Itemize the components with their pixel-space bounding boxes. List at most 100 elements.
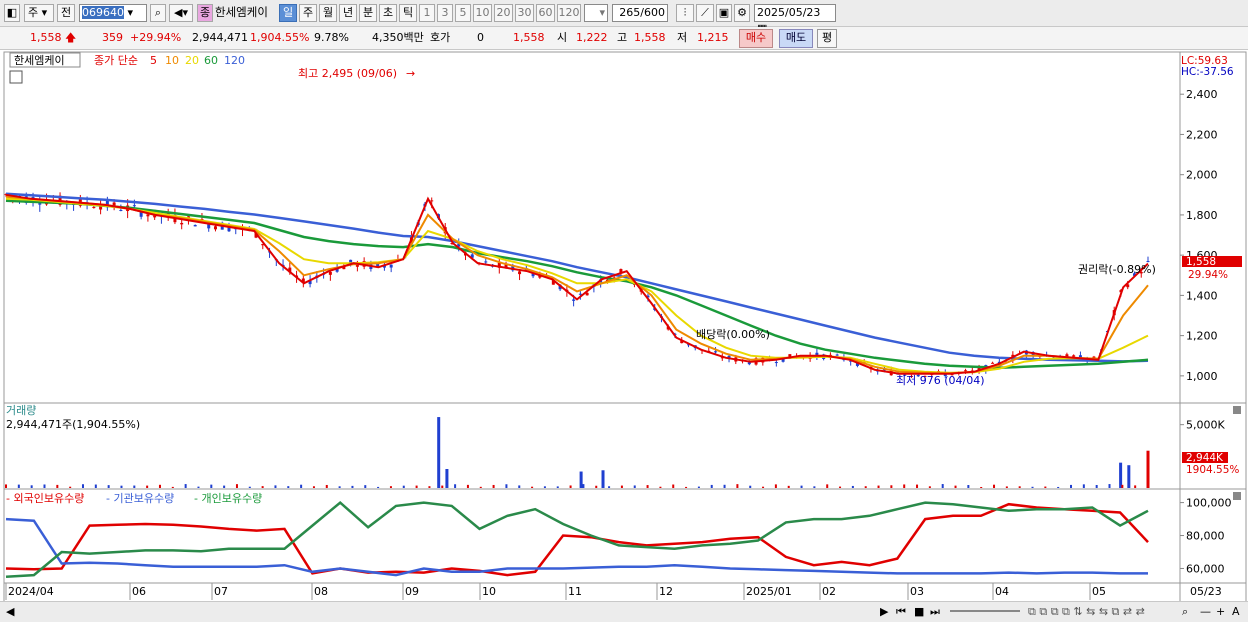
price-tick-label: 2,400 <box>1186 88 1218 101</box>
volume-bar-small <box>351 485 354 488</box>
volume-tick-label: 5,000K <box>1186 419 1225 432</box>
volume-bar-small <box>248 486 251 488</box>
volume-bar-small <box>736 484 739 488</box>
chart-menu-icon[interactable]: ◧ <box>4 4 20 22</box>
stock-code-input[interactable]: 069640 ▾ <box>79 4 147 22</box>
interval-input[interactable]: ▾ <box>584 4 608 22</box>
candle-body <box>132 205 136 207</box>
volume-bar-small <box>993 484 996 488</box>
volume-bar-small <box>428 486 431 488</box>
date-input[interactable]: 2025/05/23 ▦ <box>754 4 836 35</box>
zoom-icon[interactable]: ⌕ <box>1182 605 1188 619</box>
zoom-in-icon[interactable]: + <box>1216 605 1225 619</box>
market-select[interactable]: 주 ▾ <box>24 4 54 22</box>
date-tick-label: 12 <box>659 585 673 598</box>
candle-body <box>213 226 217 230</box>
date-tick-label: 2024/04 <box>8 585 54 598</box>
interval-5[interactable]: 5 <box>455 4 471 22</box>
interval-20[interactable]: 20 <box>494 4 513 22</box>
candle-icon[interactable]: ⫶ <box>676 4 694 22</box>
period-month[interactable]: 월 <box>319 4 337 22</box>
layout-icons[interactable]: ⧉ ⧉ ⧉ ⧉ ⇅ ⇆ ⇆ ⧉ ⇄ ⇄ <box>1028 605 1145 619</box>
zoom-slider[interactable] <box>950 610 1020 612</box>
date-tick-label: 09 <box>405 585 419 598</box>
interval-3[interactable]: 3 <box>437 4 453 22</box>
prev-button[interactable]: 전 <box>57 4 75 22</box>
play-start-icon[interactable]: ⏮ <box>896 605 906 619</box>
period-week[interactable]: 주 <box>299 4 317 22</box>
volume-bar-small <box>30 485 33 488</box>
volume-bar-small <box>235 484 238 488</box>
volume-bar-small <box>415 485 418 488</box>
save-icon[interactable]: ▣ <box>716 4 732 22</box>
volume-bar-small <box>543 486 546 488</box>
stop-icon[interactable]: ■ <box>914 605 924 619</box>
date-tick-label: 06 <box>132 585 146 598</box>
settings-gear-icon[interactable]: ⚙ <box>734 4 750 22</box>
volume-bar-small <box>107 485 110 488</box>
text-size-icon[interactable]: A <box>1232 605 1240 619</box>
volume-bar-small <box>1070 484 1073 488</box>
interval-10[interactable]: 10 <box>473 4 492 22</box>
buy-button[interactable]: 매수 <box>739 29 773 48</box>
play-end-icon[interactable]: ⏭ <box>930 605 940 619</box>
quote-bar: 1,558 🡅 359 +29.94% 2,944,471 1,904.55% … <box>0 27 1248 50</box>
period-year[interactable]: 년 <box>339 4 357 22</box>
interval-60[interactable]: 60 <box>536 4 555 22</box>
candle-body <box>430 200 434 202</box>
turnover: 9.78% <box>314 31 349 44</box>
search-icon[interactable]: ⌕ <box>150 4 166 22</box>
legend-ma-20: 20 <box>185 54 199 67</box>
volume-bar-small <box>300 484 303 488</box>
volume-bar-small <box>441 485 444 488</box>
ownership-close-icon[interactable] <box>1233 492 1241 500</box>
period-tick[interactable]: 틱 <box>399 4 417 22</box>
candle-body <box>180 222 184 225</box>
interval-1[interactable]: 1 <box>419 4 435 22</box>
count-value: 265 <box>619 6 641 19</box>
draw-tool-icon[interactable]: ⟋ <box>696 4 714 22</box>
volume-bar-small <box>864 486 867 488</box>
period-minute[interactable]: 분 <box>359 4 377 22</box>
own-legend-inst-label: 기관보유수량 <box>113 492 174 505</box>
scroll-right-icon[interactable]: ▶ <box>880 605 888 619</box>
date-value: 2025/05/23 <box>757 6 821 19</box>
volume-bar-small <box>197 486 200 488</box>
eval-button[interactable]: 평 <box>817 29 837 48</box>
volume-close-icon[interactable] <box>1233 406 1241 414</box>
count-input[interactable]: 265/600 <box>612 4 668 22</box>
volume-bar-small <box>928 486 931 488</box>
volume-bar-small <box>813 486 816 488</box>
volume-panel-value: 2,944,471주(1,904.55%) <box>6 418 140 431</box>
open-value: 1,222 <box>576 31 608 44</box>
interval-120[interactable]: 120 <box>557 4 581 22</box>
scroll-left-icon[interactable]: ◀ <box>6 605 14 619</box>
last-price: 1,558 <box>1186 256 1216 268</box>
volume-bar-small <box>325 484 328 488</box>
period-second[interactable]: 초 <box>379 4 397 22</box>
volume-bar-small <box>710 484 713 488</box>
volume-bar-small <box>1044 486 1047 488</box>
up-arrow-icon: 🡅 <box>65 31 77 44</box>
legend-ma-60: 60 <box>204 54 218 67</box>
volume-bar <box>579 471 583 488</box>
volume-bar-small <box>210 484 213 488</box>
interval-30[interactable]: 30 <box>515 4 534 22</box>
price-tick-label: 1,200 <box>1186 330 1218 343</box>
sell-button[interactable]: 매도 <box>779 29 813 48</box>
legend-ma-5: 5 <box>150 54 157 67</box>
volume-panel-title: 거래량 <box>6 404 36 417</box>
period-day[interactable]: 일 <box>279 4 297 22</box>
volume-bar-small <box>620 485 623 488</box>
zoom-out-icon[interactable]: — <box>1200 605 1211 619</box>
hoga-value: 0 <box>477 31 484 44</box>
ownership-tick-label: 60,000 <box>1186 562 1225 575</box>
price-tick-label: 2,000 <box>1186 169 1218 182</box>
table-icon[interactable] <box>9 70 23 84</box>
candle-body <box>328 271 332 275</box>
volume-bar-small <box>967 485 970 488</box>
candle-body <box>518 271 522 275</box>
speaker-icon[interactable]: ◀▾ <box>169 4 193 22</box>
own-legend-inst: - 기관보유수량 <box>106 492 174 505</box>
volume-bar-small <box>723 484 726 488</box>
